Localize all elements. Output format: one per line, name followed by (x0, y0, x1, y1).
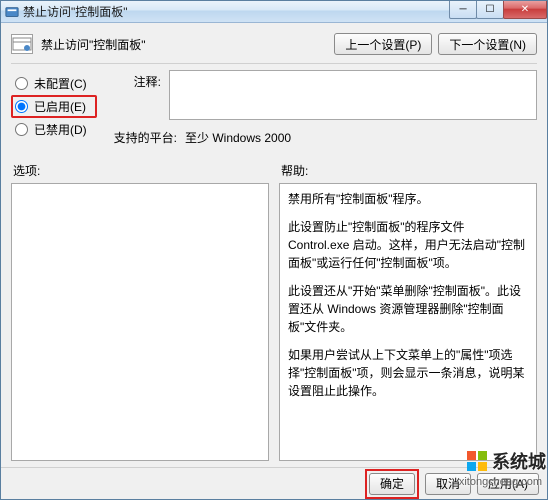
radio-enabled-input[interactable] (15, 100, 28, 113)
help-text: 此设置防止"控制面板"的程序文件 Control.exe 启动。这样，用户无法启… (288, 218, 528, 272)
radio-label: 未配置(C) (34, 75, 87, 92)
next-setting-button[interactable]: 下一个设置(N) (438, 33, 537, 55)
help-text: 禁用所有"控制面板"程序。 (288, 190, 528, 208)
policy-title: 禁止访问"控制面板" (41, 36, 146, 53)
radio-not-configured[interactable]: 未配置(C) (11, 72, 97, 95)
prev-setting-button[interactable]: 上一个设置(P) (334, 33, 432, 55)
radio-not-configured-input[interactable] (15, 77, 28, 90)
help-column: 帮助: 禁用所有"控制面板"程序。 此设置防止"控制面板"的程序文件 Contr… (279, 162, 537, 461)
config-right: 注释: 支持的平台: 至少 Windows 2000 (105, 70, 537, 152)
maximize-button[interactable]: ☐ (476, 1, 504, 19)
radio-disabled-input[interactable] (15, 123, 28, 136)
radio-disabled[interactable]: 已禁用(D) (11, 118, 97, 141)
close-button[interactable]: ✕ (503, 1, 547, 19)
comment-input[interactable] (169, 70, 537, 120)
options-label: 选项: (11, 162, 269, 179)
radio-group: 未配置(C) 已启用(E) 已禁用(D) (11, 70, 97, 152)
panels-row: 选项: 帮助: 禁用所有"控制面板"程序。 此设置防止"控制面板"的程序文件 C… (11, 162, 537, 461)
help-text: 如果用户尝试从上下文菜单上的"属性"项选择"控制面板"项，则会显示一条消息，说明… (288, 346, 528, 400)
help-label: 帮助: (279, 162, 537, 179)
help-text: 此设置还从"开始"菜单删除"控制面板"。此设置还从 Windows 资源管理器删… (288, 282, 528, 336)
platform-label: 支持的平台: (105, 126, 177, 146)
content-area: 禁止访问"控制面板" 上一个设置(P) 下一个设置(N) 未配置(C) 已启用(… (1, 23, 547, 467)
radio-label: 已禁用(D) (34, 121, 87, 138)
bottom-bar: 确定 取消 应用(A) (1, 467, 547, 499)
minimize-button[interactable]: ─ (449, 1, 477, 19)
radio-enabled[interactable]: 已启用(E) (11, 95, 97, 118)
options-panel (11, 183, 269, 461)
titlebar: 禁止访问"控制面板" ─ ☐ ✕ (1, 1, 547, 23)
radio-label: 已启用(E) (34, 98, 86, 115)
config-area: 未配置(C) 已启用(E) 已禁用(D) 注释: 支持的平台: (11, 70, 537, 152)
window-title: 禁止访问"控制面板" (23, 3, 450, 20)
divider (11, 63, 537, 64)
comment-label: 注释: (105, 70, 161, 90)
app-icon (5, 5, 19, 19)
help-panel: 禁用所有"控制面板"程序。 此设置防止"控制面板"的程序文件 Control.e… (279, 183, 537, 461)
window-controls: ─ ☐ ✕ (450, 1, 547, 22)
header-row: 禁止访问"控制面板" 上一个设置(P) 下一个设置(N) (11, 29, 537, 63)
ok-highlight: 确定 (365, 469, 419, 499)
cancel-button[interactable]: 取消 (425, 473, 471, 495)
policy-icon (11, 34, 33, 54)
dialog-window: 禁止访问"控制面板" ─ ☐ ✕ 禁止访问"控制面板" 上一个设置(P) 下一个… (0, 0, 548, 500)
apply-button[interactable]: 应用(A) (477, 473, 539, 495)
platform-value: 至少 Windows 2000 (185, 126, 291, 146)
ok-button[interactable]: 确定 (369, 473, 415, 495)
options-column: 选项: (11, 162, 269, 461)
